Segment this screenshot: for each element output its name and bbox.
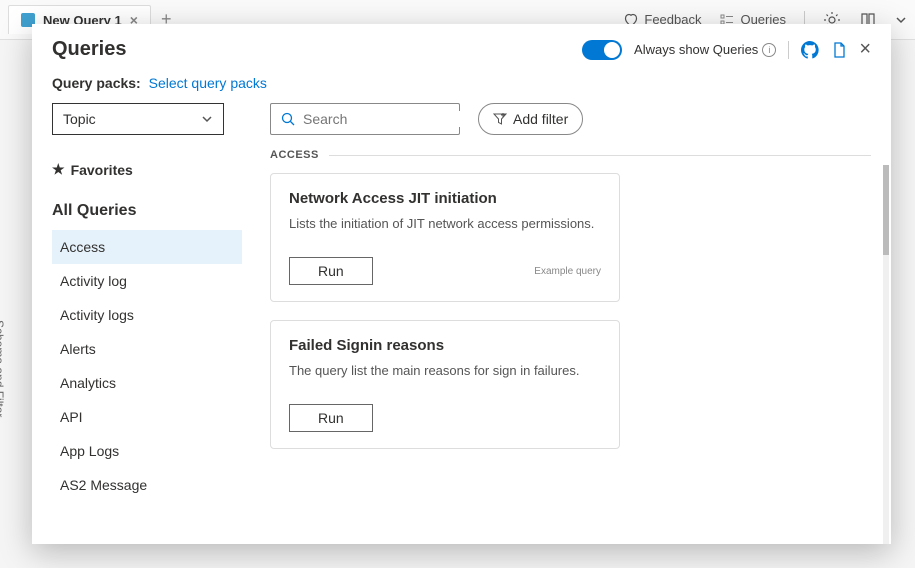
search-input-wrapper[interactable] [270,103,460,135]
query-packs-label: Query packs: [52,75,141,91]
category-analytics[interactable]: Analytics [52,366,242,400]
section-header: ACCESS [270,149,871,161]
filter-icon [493,112,507,126]
query-card: Failed Signin reasons The query list the… [270,320,620,449]
run-button[interactable]: Run [289,404,373,432]
always-show-label: Always show Queries i [634,42,776,57]
card-description: Lists the initiation of JIT network acce… [289,215,601,233]
side-panel-label[interactable]: Schema and Filter [0,320,6,417]
always-show-toggle[interactable] [582,40,622,60]
favorites-label: Favorites [71,162,133,178]
queries-modal: Queries Always show Queries i × Query pa… [32,24,891,544]
close-icon[interactable]: × [859,38,871,61]
add-filter-label: Add filter [513,111,568,127]
category-access[interactable]: Access [52,230,242,264]
left-column: Topic ★ Favorites All Queries Access Act… [52,103,242,544]
example-query-tag: Example query [534,266,601,277]
section-label: ACCESS [270,149,319,161]
category-api[interactable]: API [52,400,242,434]
search-input[interactable] [303,111,484,127]
github-icon[interactable] [801,41,819,59]
scrollbar-thumb[interactable] [883,165,889,255]
search-icon [281,112,295,126]
all-queries-header: All Queries [52,184,242,230]
modal-title: Queries [52,38,126,61]
info-icon[interactable]: i [762,43,776,57]
add-filter-button[interactable]: Add filter [478,103,583,135]
card-title: Failed Signin reasons [289,337,601,354]
document-icon[interactable] [831,42,847,58]
modal-header: Queries Always show Queries i × [32,24,891,69]
card-title: Network Access JIT initiation [289,190,601,207]
card-description: The query list the main reasons for sign… [289,362,601,380]
section-divider [329,155,871,156]
run-button[interactable]: Run [289,257,373,285]
category-alerts[interactable]: Alerts [52,332,242,366]
topic-label: Topic [63,111,96,127]
query-packs-row: Query packs: Select query packs [32,69,891,103]
chevron-down-icon[interactable] [895,14,907,26]
chevron-down-icon [201,113,213,125]
category-activity-logs[interactable]: Activity logs [52,298,242,332]
category-list: Access Activity log Activity logs Alerts… [52,230,242,544]
category-app-logs[interactable]: App Logs [52,434,242,468]
right-column: Add filter ACCESS Network Access JIT ini… [242,103,891,544]
topic-dropdown[interactable]: Topic [52,103,224,135]
favorites-header[interactable]: ★ Favorites [52,155,242,184]
query-card: Network Access JIT initiation Lists the … [270,173,620,302]
select-query-packs-link[interactable]: Select query packs [149,75,267,91]
star-icon: ★ [52,161,65,178]
category-as2-message[interactable]: AS2 Message [52,468,242,502]
query-cards: Network Access JIT initiation Lists the … [270,173,871,544]
category-activity-log[interactable]: Activity log [52,264,242,298]
divider [788,41,789,59]
